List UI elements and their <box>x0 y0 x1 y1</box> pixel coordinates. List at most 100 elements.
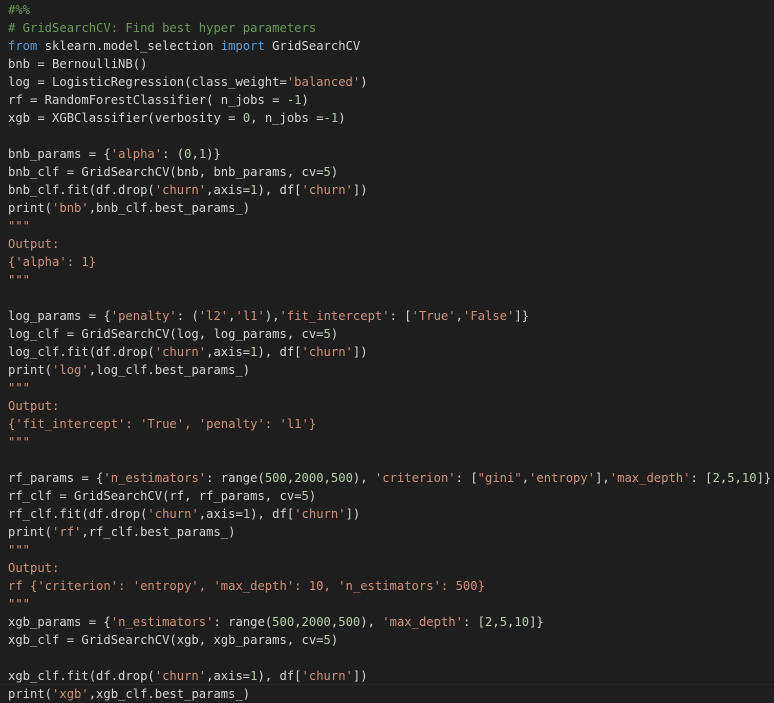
code-line[interactable]: """ <box>0 595 774 613</box>
code-line[interactable]: xgb_clf = GridSearchCV(xgb, xgb_params, … <box>0 631 774 649</box>
code-line[interactable] <box>0 451 774 469</box>
code-line[interactable]: """ <box>0 271 774 289</box>
code-line[interactable]: # GridSearchCV: Find best hyper paramete… <box>0 19 774 37</box>
code-line[interactable]: rf_clf.fit(df.drop('churn',axis=1), df['… <box>0 505 774 523</box>
code-token-plain: : range( <box>206 471 265 485</box>
code-token-plain: log_params = { <box>8 309 111 323</box>
code-line[interactable]: xgb = XGBClassifier(verbosity = 0, n_job… <box>0 109 774 127</box>
code-token-plain: ,rf_clf.best_params_) <box>81 525 236 539</box>
code-token-plain: ) <box>330 327 339 341</box>
code-token-plain: , <box>521 471 530 485</box>
code-line[interactable]: bnb_clf.fit(df.drop('churn',axis=1), df[… <box>0 181 774 199</box>
code-token-string: 'balanced' <box>286 75 361 89</box>
code-line[interactable]: from sklearn.model_selection import Grid… <box>0 37 774 55</box>
code-token-plain: ,bnb_clf.best_params_) <box>88 201 251 215</box>
code-token-plain: bnb_params = { <box>8 147 111 161</box>
code-line[interactable]: Output: <box>0 235 774 253</box>
code-token-plain: , <box>323 471 331 485</box>
code-token-string: "gini" <box>477 471 522 485</box>
code-line[interactable]: """ <box>0 379 774 397</box>
code-line[interactable]: """ <box>0 541 774 559</box>
code-line[interactable]: xgb_params = {'n_estimators': range(500,… <box>0 613 774 631</box>
code-token-doc: rf {'criterion': 'entropy', 'max_depth':… <box>8 579 485 593</box>
code-token-plain: ), df[ <box>257 345 302 359</box>
code-token-plain: print( <box>8 687 53 701</box>
code-token-plain: ]) <box>352 669 368 683</box>
code-token-plain: print( <box>8 525 53 539</box>
code-token-plain: ,axis= <box>206 669 251 683</box>
code-token-plain: bnb_clf.fit(df.drop( <box>8 183 155 197</box>
code-token-plain: bnb = BernoulliNB() <box>8 57 148 71</box>
code-line[interactable]: bnb_params = {'alpha': (0,1)} <box>0 145 774 163</box>
code-line[interactable] <box>0 649 774 667</box>
code-token-number: 5 <box>323 165 331 179</box>
code-token-number: 1 <box>250 183 258 197</box>
code-line[interactable]: Output: <box>0 559 774 577</box>
code-token-plain: , <box>455 309 463 323</box>
code-token-plain: sklearn.model_selection <box>37 39 221 53</box>
code-token-plain: : range( <box>213 615 273 629</box>
code-line[interactable]: rf = RandomForestClassifier( n_jobs = -1… <box>0 91 774 109</box>
code-token-string: 'churn' <box>154 183 207 197</box>
code-token-number: 2000 <box>301 615 331 629</box>
code-line[interactable]: rf_params = {'n_estimators': range(500,2… <box>0 469 774 487</box>
code-line[interactable]: log_params = {'penalty': ('l2','l1'),'fi… <box>0 307 774 325</box>
code-token-number: 5 <box>323 327 331 341</box>
code-token-plain: ), df[ <box>250 507 295 521</box>
code-line[interactable]: bnb_clf = GridSearchCV(bnb, bnb_params, … <box>0 163 774 181</box>
code-token-number: 5 <box>499 615 508 629</box>
code-line[interactable]: """ <box>0 217 774 235</box>
code-line[interactable] <box>0 289 774 307</box>
code-line[interactable]: print('bnb',bnb_clf.best_params_) <box>0 199 774 217</box>
code-token-keyword: import <box>220 39 265 53</box>
code-token-string: 'l2' <box>198 309 229 323</box>
code-token-plain: ), df[ <box>257 669 302 683</box>
code-line[interactable]: log_clf.fit(df.drop('churn',axis=1), df[… <box>0 343 774 361</box>
code-token-plain: ), <box>352 471 375 485</box>
code-token-string: 'penalty' <box>110 309 177 323</box>
code-token-string: 'xgb' <box>52 687 89 701</box>
code-token-string: 'log' <box>52 363 89 377</box>
code-line[interactable]: log_clf = GridSearchCV(log, log_params, … <box>0 325 774 343</box>
code-token-number: 500 <box>338 615 361 629</box>
code-line[interactable]: print('rf',rf_clf.best_params_) <box>0 523 774 541</box>
code-token-number: 500 <box>330 471 353 485</box>
code-line[interactable]: rf_clf = GridSearchCV(rf, rf_params, cv=… <box>0 487 774 505</box>
code-token-plain: print( <box>8 363 53 377</box>
code-line[interactable]: xgb_clf.fit(df.drop('churn',axis=1), df[… <box>0 667 774 685</box>
code-token-doc: """ <box>8 381 31 395</box>
code-token-plain: ], <box>595 471 610 485</box>
code-line[interactable]: rf {'criterion': 'entropy', 'max_depth':… <box>0 577 774 595</box>
code-line[interactable]: #%% <box>0 1 774 19</box>
code-token-keyword: from <box>8 39 38 53</box>
code-token-doc: {'alpha': 1} <box>8 255 97 269</box>
code-token-number: 500 <box>272 615 295 629</box>
code-token-plain: ,axis= <box>198 507 243 521</box>
code-token-string: 'churn' <box>154 669 207 683</box>
code-line[interactable]: bnb = BernoulliNB() <box>0 55 774 73</box>
code-token-string: 'max_depth' <box>609 471 691 485</box>
code-token-plain: GridSearchCV <box>264 39 361 53</box>
code-token-doc: """ <box>8 219 31 233</box>
code-line[interactable]: log = LogisticRegression(class_weight='b… <box>0 73 774 91</box>
code-line[interactable]: print('xgb',xgb_clf.best_params_) <box>0 684 774 703</box>
code-token-comment: # GridSearchCV: Find best hyper paramete… <box>8 21 317 35</box>
code-line[interactable]: {'alpha': 1} <box>0 253 774 271</box>
code-line[interactable]: print('log',log_clf.best_params_) <box>0 361 774 379</box>
code-line[interactable]: Output: <box>0 397 774 415</box>
code-token-plain: , <box>734 471 742 485</box>
code-line[interactable]: """ <box>0 433 774 451</box>
code-token-plain: ), df[ <box>257 183 302 197</box>
code-token-plain: xgb = XGBClassifier(verbosity = <box>8 111 243 125</box>
code-token-plain: ,axis= <box>206 345 251 359</box>
code-token-plain: rf_clf.fit(df.drop( <box>8 507 148 521</box>
code-line[interactable]: {'fit_intercept': 'True', 'penalty': 'l1… <box>0 415 774 433</box>
code-token-string: 'entropy' <box>529 471 596 485</box>
code-editor[interactable]: #%% # GridSearchCV: Find best hyper param… <box>0 0 774 702</box>
code-token-plain: ), <box>264 309 280 323</box>
code-token-string: 'churn' <box>147 507 199 521</box>
code-line[interactable] <box>0 127 774 145</box>
code-token-string: 'churn' <box>301 669 353 683</box>
code-token-string: 'n_estimators' <box>110 615 214 629</box>
code-token-number: 5 <box>301 489 309 503</box>
